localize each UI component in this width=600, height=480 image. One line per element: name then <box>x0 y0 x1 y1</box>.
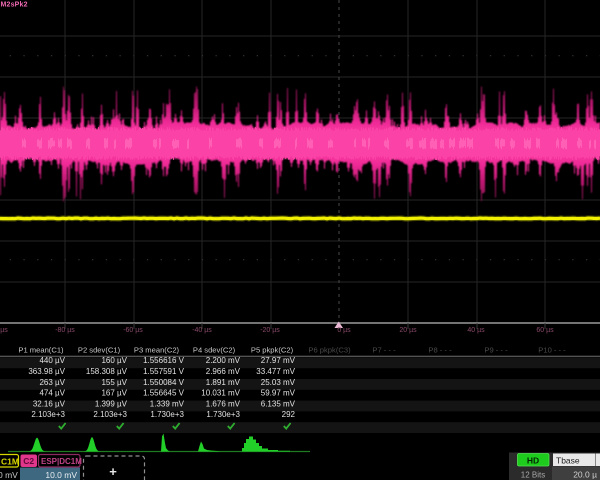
svg-text:40 µs: 40 µs <box>467 327 485 334</box>
svg-text:474 µV: 474 µV <box>39 389 65 398</box>
svg-text:2.103e+3: 2.103e+3 <box>31 410 65 419</box>
svg-text:440 µV: 440 µV <box>39 356 65 365</box>
svg-text:1.399 µV: 1.399 µV <box>95 399 128 408</box>
svg-text:10.0 mV: 10.0 mV <box>45 470 77 480</box>
svg-text:1.556645 V: 1.556645 V <box>143 389 185 398</box>
svg-text:12 Bits: 12 Bits <box>521 471 545 480</box>
svg-text:+: + <box>109 464 117 479</box>
svg-text:292: 292 <box>282 410 296 419</box>
svg-text:33.477 mV: 33.477 mV <box>256 367 295 376</box>
svg-text:2.103e+3: 2.103e+3 <box>93 410 127 419</box>
svg-text:158.308 µV: 158.308 µV <box>86 367 128 376</box>
svg-text:Tbase: Tbase <box>556 456 580 466</box>
svg-text:P9 - - -: P9 - - - <box>484 346 508 355</box>
svg-text:20 µs: 20 µs <box>399 327 417 334</box>
svg-text:-20 µs: -20 µs <box>260 327 280 334</box>
svg-text:C2: C2 <box>23 456 34 466</box>
svg-text:P3 mean(C2): P3 mean(C2) <box>134 346 180 355</box>
svg-text:25.03 mV: 25.03 mV <box>261 378 296 387</box>
svg-text:-60 µs: -60 µs <box>123 327 143 334</box>
svg-text:-80 µs: -80 µs <box>55 327 75 334</box>
svg-text:1.550084 V: 1.550084 V <box>143 378 185 387</box>
svg-text:167 µV: 167 µV <box>101 389 127 398</box>
svg-text:M2sPk2: M2sPk2 <box>1 2 28 9</box>
svg-text:155 µV: 155 µV <box>101 378 127 387</box>
svg-text:P1 mean(C1): P1 mean(C1) <box>18 346 64 355</box>
svg-text:0 mV: 0 mV <box>0 470 18 480</box>
svg-text:160 µV: 160 µV <box>101 356 127 365</box>
svg-text:0 µs: 0 µs <box>337 327 351 334</box>
svg-text:363.98 µV: 363.98 µV <box>28 367 65 376</box>
svg-text:P4 sdev(C2): P4 sdev(C2) <box>193 346 236 355</box>
svg-text:20.0 µ: 20.0 µ <box>573 470 597 480</box>
svg-text:1.730e+3: 1.730e+3 <box>150 410 184 419</box>
svg-text:ESP|DC1M: ESP|DC1M <box>41 457 82 466</box>
svg-text:HD: HD <box>527 456 539 466</box>
svg-text:60 µs: 60 µs <box>536 327 554 334</box>
svg-text:-100 µs: -100 µs <box>0 327 8 334</box>
svg-text:10.031 mV: 10.031 mV <box>201 389 240 398</box>
svg-text:1.556616 V: 1.556616 V <box>143 356 185 365</box>
svg-text:2.200 mV: 2.200 mV <box>206 356 241 365</box>
svg-text:1.339 mV: 1.339 mV <box>150 399 185 408</box>
svg-text:27.97 mV: 27.97 mV <box>261 356 296 365</box>
svg-text:P7 - - -: P7 - - - <box>372 346 396 355</box>
svg-text:P6 pkpk(C3): P6 pkpk(C3) <box>308 346 351 355</box>
svg-text:1.557591 V: 1.557591 V <box>143 367 185 376</box>
svg-text:-40 µs: -40 µs <box>192 327 212 334</box>
svg-text:2.966 mV: 2.966 mV <box>206 367 241 376</box>
svg-text:1.676 mV: 1.676 mV <box>206 399 241 408</box>
svg-text:6.135 mV: 6.135 mV <box>261 399 296 408</box>
svg-text:P8 - - -: P8 - - - <box>428 346 452 355</box>
svg-text:263 µV: 263 µV <box>39 378 65 387</box>
svg-text:1.891 mV: 1.891 mV <box>206 378 241 387</box>
svg-text:P2 sdev(C1): P2 sdev(C1) <box>78 346 121 355</box>
svg-text:P10 - - -: P10 - - - <box>538 346 566 355</box>
svg-text:32.16 µV: 32.16 µV <box>33 399 66 408</box>
svg-text:59.97 mV: 59.97 mV <box>261 389 296 398</box>
svg-text:P5 pkpk(C2): P5 pkpk(C2) <box>251 346 294 355</box>
svg-text:C1M: C1M <box>1 457 19 467</box>
svg-text:1.730e+3: 1.730e+3 <box>206 410 240 419</box>
